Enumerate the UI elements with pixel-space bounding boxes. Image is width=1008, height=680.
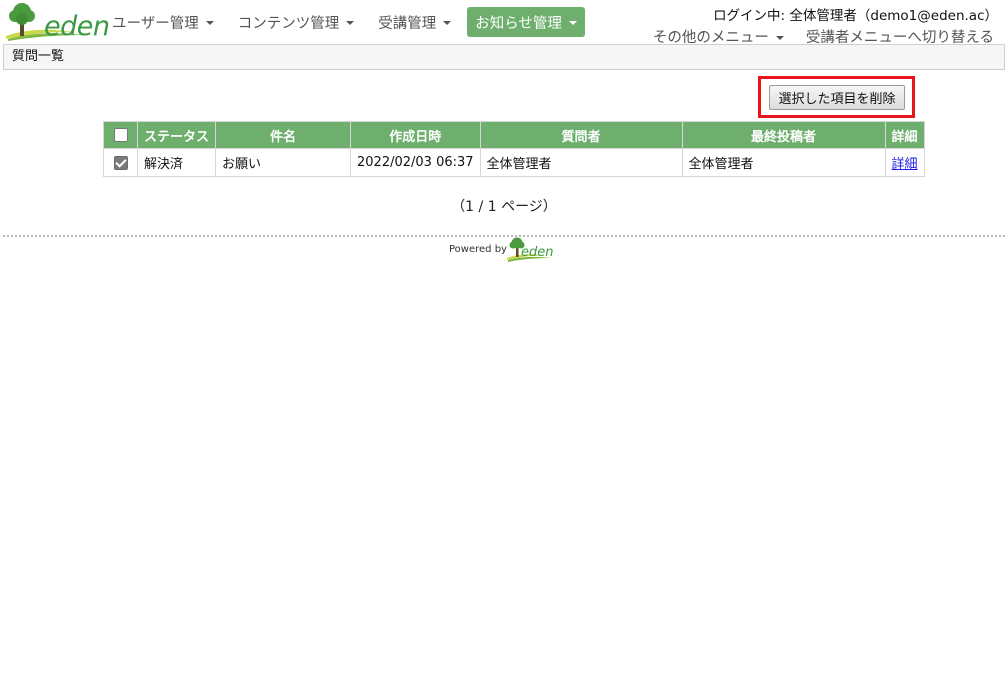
header: eden ユーザー管理 コンテンツ管理 受講管理 お知らせ管理 ログイン中: 全… [0,0,1008,47]
asker-cell: 全体管理者 [479,148,683,177]
column-header-subject[interactable]: 件名 [215,121,352,149]
status-cell: 解決済 [136,148,217,177]
table-header-row: ステータス 件名 作成日時 質問者 最終投稿者 詳細 [103,121,925,149]
nav-course-management[interactable]: 受講管理 [370,7,459,37]
page-title-bar: 質問一覧 [3,44,1005,70]
powered-by-text: Powered by [449,244,507,255]
table-row: 解決済 お願い 2022/02/03 06:37 全体管理者 全体管理者 詳細 [103,148,925,177]
column-header-status[interactable]: ステータス [136,121,217,149]
select-all-header [103,121,138,149]
last-poster-cell: 全体管理者 [681,148,886,177]
detail-cell: 詳細 [884,148,925,177]
caret-down-icon [346,21,355,25]
nav-item-label: お知らせ管理 [475,15,562,32]
powered-by-footer: Powered by eden [449,236,559,262]
page-title: 質問一覧 [12,49,65,64]
nav-notice-management[interactable]: お知らせ管理 [467,7,585,37]
switch-to-learner-menu-link[interactable]: 受講者メニューへ切り替える [806,26,994,47]
nav-content-management[interactable]: コンテンツ管理 [230,7,363,37]
column-header-asker[interactable]: 質問者 [479,121,683,149]
sub-nav: その他のメニュー 受講者メニューへ切り替える [653,26,994,47]
eden-logo[interactable]: eden [4,2,110,42]
delete-selected-button[interactable]: 選択した項目を削除 [769,85,905,110]
caret-down-icon [205,21,214,25]
footer-logo-text: eden [521,245,554,260]
subject-cell: お願い [215,148,352,177]
logo-text: eden [44,11,110,42]
question-table: ステータス 件名 作成日時 質問者 最終投稿者 詳細 解決済 お願い 2022/… [103,121,925,177]
nav-item-label: コンテンツ管理 [237,15,340,32]
pager: （1 / 1 ページ） [451,199,557,215]
select-all-checkbox[interactable] [113,128,128,142]
column-header-detail: 詳細 [884,121,925,149]
column-header-last-poster[interactable]: 最終投稿者 [681,121,886,149]
nav-item-label: ユーザー管理 [112,15,199,32]
login-info: ログイン中: 全体管理者（demo1@eden.ac） [713,8,998,24]
main-nav: ユーザー管理 コンテンツ管理 受講管理 お知らせ管理 [104,7,593,37]
nav-user-management[interactable]: ユーザー管理 [104,7,222,37]
nav-item-label: 受講管理 [378,15,437,32]
row-select-cell [103,148,138,177]
caret-down-icon [443,21,452,25]
other-menu-label: その他のメニュー [652,30,769,46]
created-cell: 2022/02/03 06:37 [350,148,481,177]
detail-link[interactable]: 詳細 [892,157,918,172]
row-checkbox[interactable] [113,155,128,170]
column-header-created[interactable]: 作成日時 [350,121,481,149]
caret-down-icon [775,35,784,40]
switch-menu-label: 受講者メニューへ切り替える [805,30,994,46]
other-menu-dropdown[interactable]: その他のメニュー [653,26,784,47]
caret-down-icon [568,21,577,25]
